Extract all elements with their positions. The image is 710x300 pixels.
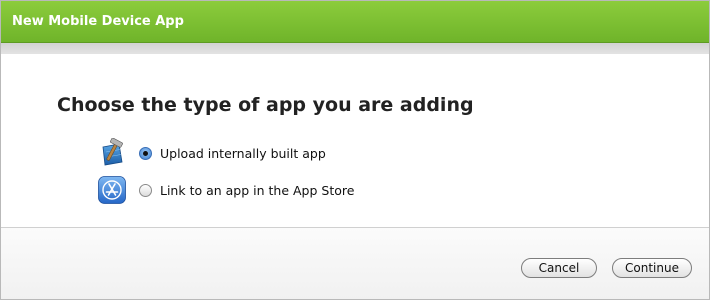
title-bar: New Mobile Device App [1, 1, 709, 43]
option-link-app-store[interactable]: Link to an app in the App Store [97, 175, 354, 205]
page-title: Choose the type of app you are adding [57, 94, 474, 116]
new-app-dialog: New Mobile Device App Choose the type of… [0, 0, 710, 300]
dialog-footer: Cancel Continue [1, 227, 709, 299]
dialog-content: Choose the type of app you are adding Up… [1, 54, 709, 226]
cancel-button[interactable]: Cancel [521, 258, 597, 278]
option-label: Link to an app in the App Store [160, 182, 355, 198]
xcode-hammer-icon [97, 138, 127, 168]
option-label: Upload internally built app [160, 145, 326, 161]
option-upload-internal[interactable]: Upload internally built app [97, 138, 326, 168]
header-divider [1, 43, 709, 54]
continue-button[interactable]: Continue [612, 258, 692, 278]
dialog-title: New Mobile Device App [12, 14, 184, 29]
app-store-icon [97, 175, 127, 205]
radio-link-app-store[interactable] [139, 183, 152, 197]
radio-upload-internal[interactable] [139, 146, 152, 160]
